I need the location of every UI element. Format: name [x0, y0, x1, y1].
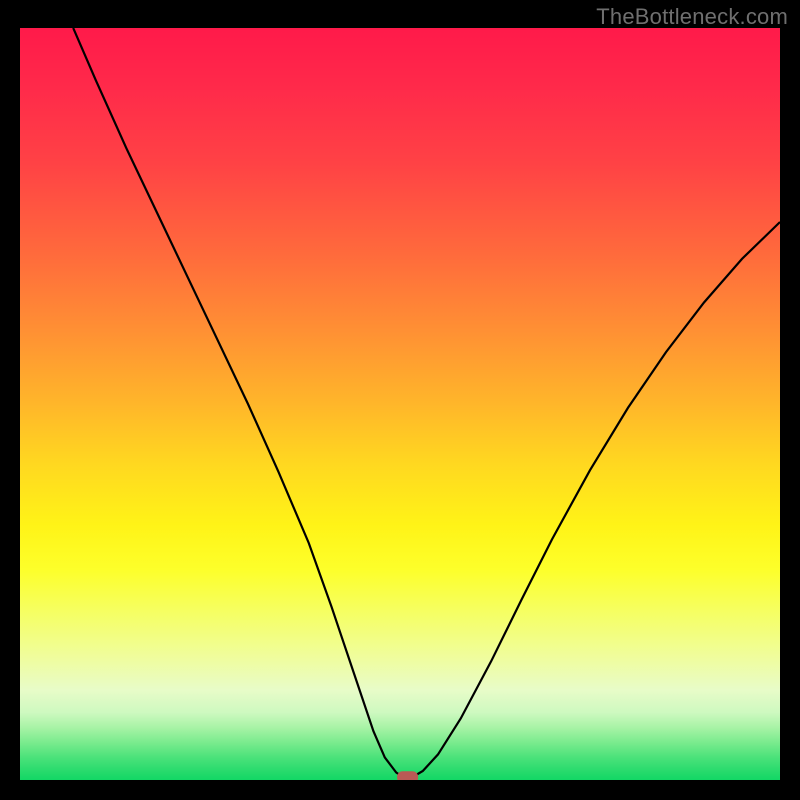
curve-path [73, 28, 780, 778]
chart-frame: TheBottleneck.com [0, 0, 800, 800]
bottleneck-curve [20, 28, 780, 780]
watermark-text: TheBottleneck.com [596, 4, 788, 30]
optimum-marker [398, 772, 418, 780]
plot-area [20, 28, 780, 780]
